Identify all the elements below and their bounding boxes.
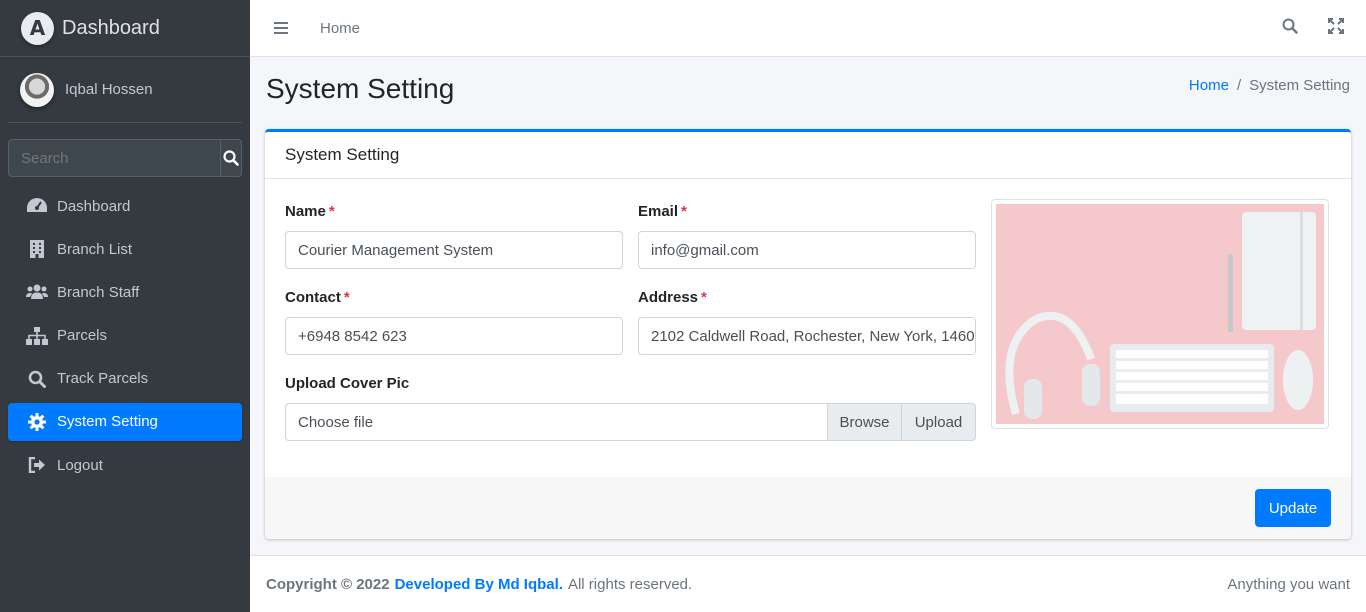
sidebar-item-system-setting[interactable]: System Setting [8,402,242,441]
cover-image-preview [991,199,1329,429]
sidebar-item-dashboard[interactable]: Dashboard [8,187,242,225]
address-label: Address * [638,289,707,306]
users-icon [26,282,48,302]
search-icon [26,369,48,389]
sidebar-item-branch-staff[interactable]: Branch Staff [8,273,242,311]
breadcrumb-home-link[interactable]: Home [1189,77,1229,94]
sidebar-item-parcels[interactable]: Parcels [8,317,242,355]
footer-tagline: Anything you want [1227,575,1350,593]
page-title: System Setting [266,73,455,104]
required-mark: * [343,289,350,306]
top-navbar: Home [250,0,1366,57]
sidebar-item-label: Dashboard [57,197,131,215]
email-label: Email * [638,203,687,220]
card-title: System Setting [265,132,1351,179]
navbar-search-icon[interactable] [1282,18,1298,38]
search-input[interactable] [8,139,220,177]
search-button[interactable] [220,139,242,177]
required-mark: * [701,289,707,306]
address-field[interactable]: 2102 Caldwell Road, Rochester, New York,… [638,317,976,355]
developer-link[interactable]: Developed By Md Iqbal. [395,576,563,593]
tachometer-icon [26,196,48,216]
email-field[interactable]: info@gmail.com [638,231,976,269]
sidebar-item-label: Branch List [57,240,133,258]
sign-out-icon [26,455,48,475]
building-icon [26,239,48,259]
upload-button[interactable]: Upload [902,403,976,441]
sitemap-icon [26,326,48,346]
sidebar-item-label: Logout [57,456,103,474]
card-footer: Update [265,477,1351,539]
desk-flatlay-illustration [996,204,1324,424]
sidebar-search [8,139,242,177]
avatar [20,72,54,107]
menu-toggle-icon[interactable] [274,22,288,34]
cover-image [996,204,1324,424]
breadcrumb-separator: / [1236,77,1242,94]
contact-label: Contact * [285,289,350,306]
brand-title: Dashboard [62,16,160,39]
name-label: Name * [285,203,335,220]
sidebar-item-logout[interactable]: Logout [8,446,242,484]
sidebar: A Dashboard Iqbal Hossen Dashboard Branc… [0,0,250,612]
search-icon [223,150,239,166]
fullscreen-icon[interactable] [1328,18,1344,38]
settings-card: System Setting Name * Courier Management … [265,129,1351,539]
required-mark: * [681,203,687,220]
brand-logo-letter: A [29,16,46,40]
brand-logo: A [21,11,54,45]
top-right-actions [1282,18,1344,38]
breadcrumb: Home / System Setting [1189,77,1350,94]
top-home-link[interactable]: Home [320,20,360,37]
name-field[interactable]: Courier Management System [285,231,623,269]
sidebar-item-label: Parcels [57,327,108,345]
gear-icon [26,412,48,432]
sidebar-item-track-parcels[interactable]: Track Parcels [8,360,242,398]
name-label-text: Name [285,203,326,220]
copyright-text: Copyright © 2022 [266,575,390,593]
sidebar-nav: Dashboard Branch List Branch Staff Parce… [8,187,242,484]
brand-link[interactable]: A Dashboard [0,0,250,57]
contact-label-text: Contact [285,289,341,306]
user-panel[interactable]: Iqbal Hossen [8,57,242,123]
sidebar-item-branch-list[interactable]: Branch List [8,230,242,268]
rights-text: All rights reserved. [567,575,693,593]
sidebar-item-label: System Setting [57,413,158,431]
user-name[interactable]: Iqbal Hossen [65,81,153,98]
file-chooser[interactable]: Choose file [285,403,827,441]
update-button[interactable]: Update [1255,489,1331,527]
required-mark: * [328,203,335,220]
sidebar-item-label: Track Parcels [57,370,149,388]
breadcrumb-current: System Setting [1249,77,1350,94]
page-footer: Copyright © 2022 Developed By Md Iqbal. … [250,555,1366,612]
contact-field[interactable]: +6948 8542 623 [285,317,623,355]
email-label-text: Email [638,203,679,220]
cover-file-input-group: Choose file Browse Upload [285,403,976,441]
settings-form: Name * Courier Management System Email * i… [265,179,1351,477]
sidebar-item-label: Branch Staff [57,283,140,301]
browse-button[interactable]: Browse [827,403,902,441]
address-label-text: Address [638,289,699,306]
cover-pic-label: Upload Cover Pic [285,375,410,392]
